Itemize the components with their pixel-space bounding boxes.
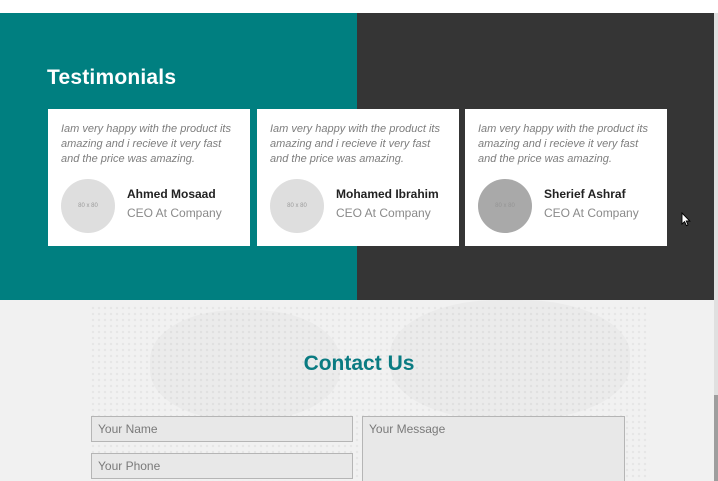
testimonials-title: Testimonials (47, 66, 177, 89)
contact-title: Contact Us (303, 352, 415, 375)
avatar: 80 x 80 (270, 179, 324, 233)
testimonials-section: Testimonials Iam very happy with the pro… (0, 13, 718, 300)
testimonial-card: Iam very happy with the product its amaz… (465, 109, 667, 246)
testimonial-card: Iam very happy with the product its amaz… (257, 109, 459, 246)
testimonial-name: Mohamed Ibrahim (336, 187, 439, 201)
testimonial-role: CEO At Company (544, 206, 639, 220)
testimonial-name: Ahmed Mosaad (127, 187, 216, 201)
avatar-placeholder-text: 80 x 80 (287, 203, 307, 209)
testimonial-quote: Iam very happy with the product its amaz… (61, 123, 231, 165)
scrollbar-thumb[interactable] (714, 395, 718, 481)
testimonial-card: Iam very happy with the product its amaz… (48, 109, 250, 246)
testimonial-quote: Iam very happy with the product its amaz… (270, 123, 440, 165)
testimonial-name: Sherief Ashraf (544, 187, 626, 201)
avatar: 80 x 80 (61, 179, 115, 233)
phone-field[interactable] (91, 453, 353, 479)
testimonial-quote: Iam very happy with the product its amaz… (478, 123, 648, 165)
mouse-pointer-icon (681, 212, 691, 227)
testimonial-role: CEO At Company (127, 206, 222, 220)
message-field[interactable] (362, 416, 625, 481)
top-strip (0, 0, 718, 13)
avatar-placeholder-text: 80 x 80 (78, 203, 98, 209)
avatar-placeholder-text: 80 x 80 (495, 203, 515, 209)
testimonial-role: CEO At Company (336, 206, 431, 220)
avatar: 80 x 80 (478, 179, 532, 233)
contact-section: Contact Us (0, 300, 718, 481)
name-field[interactable] (91, 416, 353, 442)
